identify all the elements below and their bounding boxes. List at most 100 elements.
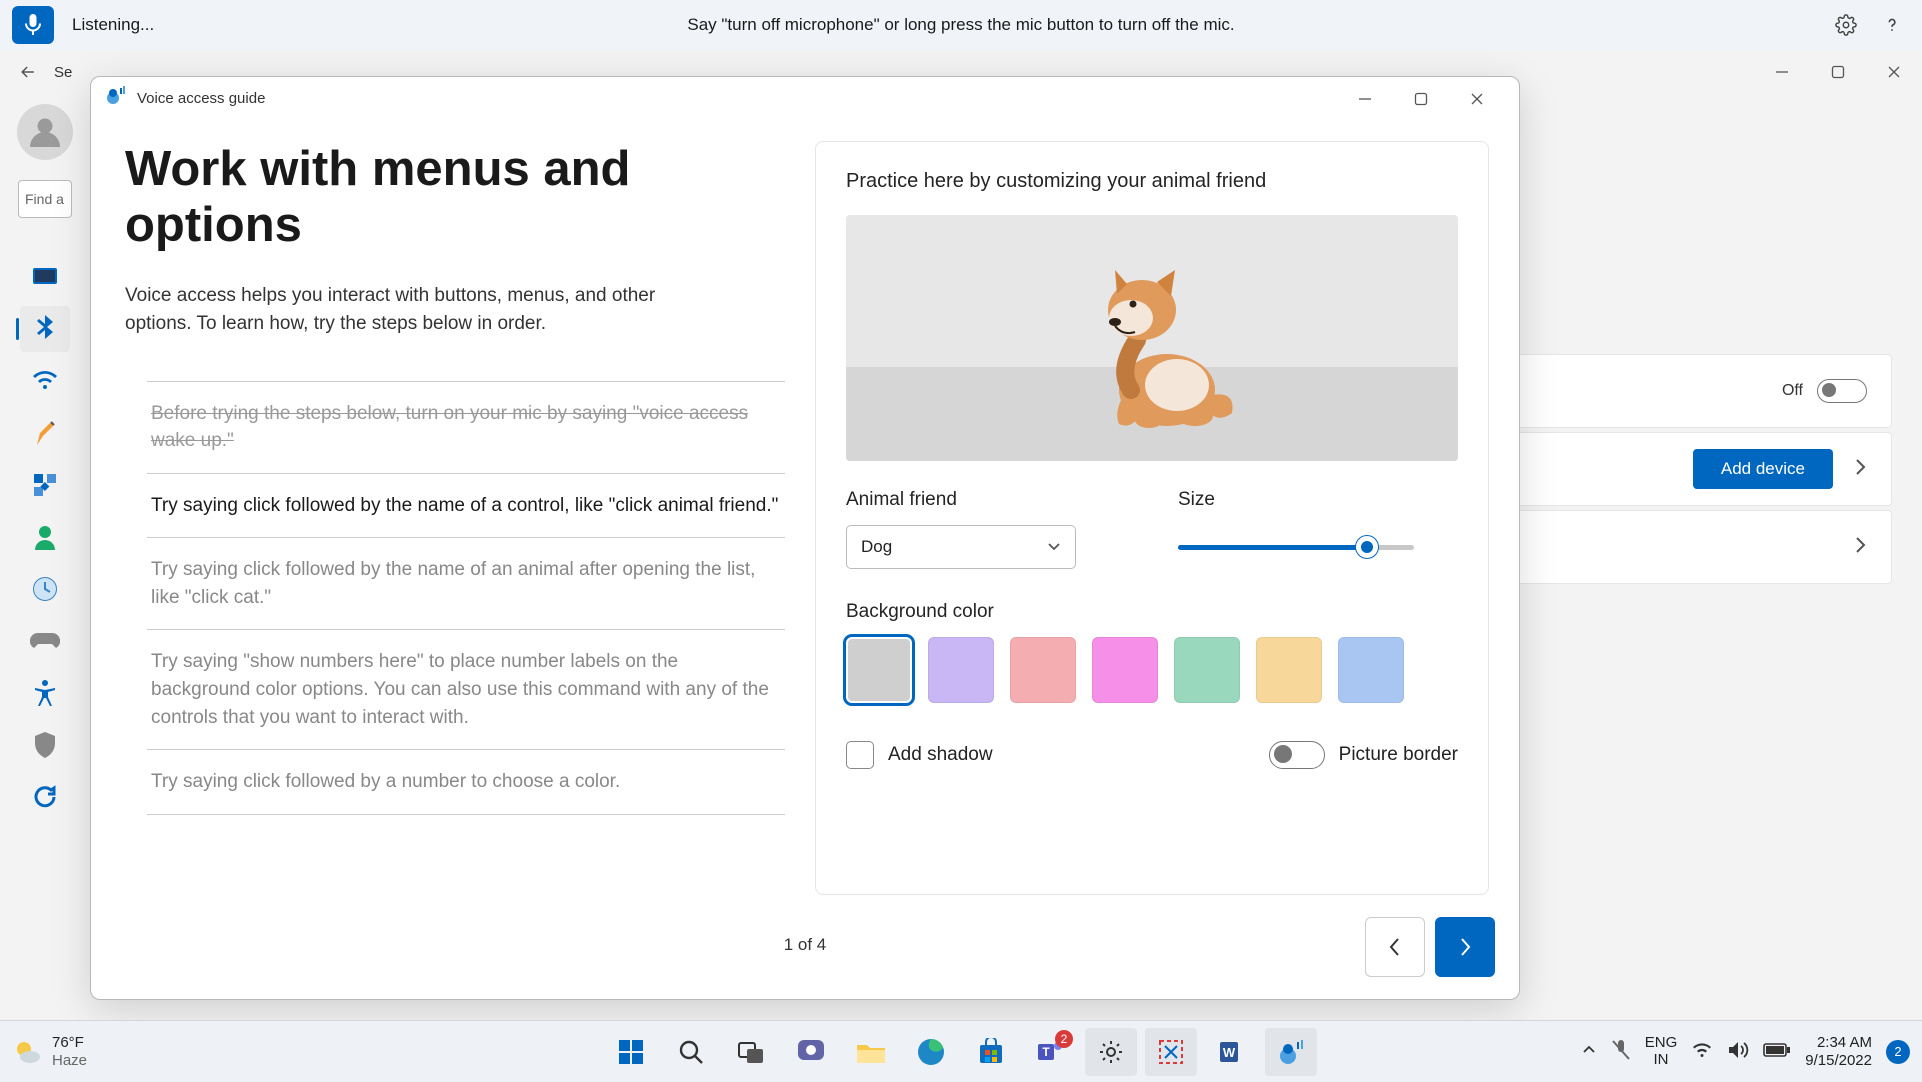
volume-icon[interactable] bbox=[1727, 1040, 1749, 1064]
guide-footer: 1 of 4 bbox=[91, 895, 1519, 999]
word-button[interactable]: W bbox=[1205, 1028, 1257, 1076]
color-swatch[interactable] bbox=[1174, 637, 1240, 703]
weather-widget[interactable]: 76°F Haze bbox=[12, 1034, 87, 1069]
weather-temp: 76°F bbox=[52, 1034, 87, 1051]
find-setting-input[interactable]: Find a bbox=[18, 180, 72, 218]
guide-step: Try saying click followed by a number to… bbox=[147, 750, 785, 815]
mic-muted-icon[interactable] bbox=[1611, 1039, 1631, 1065]
guide-step: Try saying click followed by the name of… bbox=[147, 538, 785, 630]
guide-step: Before trying the steps below, turn on y… bbox=[147, 382, 785, 474]
svg-text:T: T bbox=[1042, 1045, 1050, 1059]
animal-friend-select[interactable]: Dog bbox=[846, 525, 1076, 569]
picture-border-label: Picture border bbox=[1339, 744, 1458, 766]
teams-button[interactable]: T2 bbox=[1025, 1028, 1077, 1076]
settings-icon[interactable] bbox=[1830, 9, 1862, 41]
guide-maximize-button[interactable] bbox=[1393, 80, 1449, 118]
wifi-icon[interactable] bbox=[1691, 1041, 1713, 1063]
sidebar-item-network[interactable] bbox=[20, 358, 70, 404]
sidebar-item-privacy[interactable] bbox=[20, 722, 70, 768]
minimize-button[interactable] bbox=[1754, 50, 1810, 94]
voice-access-app-button[interactable] bbox=[1265, 1028, 1317, 1076]
voice-access-guide-window: Voice access guide Work with menus and o… bbox=[90, 76, 1520, 1000]
slider-thumb[interactable] bbox=[1356, 536, 1378, 558]
guide-left-pane: Work with menus and options Voice access… bbox=[125, 141, 785, 895]
prev-button[interactable] bbox=[1365, 917, 1425, 977]
guide-practice-pane: Practice here by customizing your animal… bbox=[815, 141, 1489, 895]
size-label: Size bbox=[1178, 489, 1458, 511]
page-indicator: 1 of 4 bbox=[784, 935, 827, 955]
animal-friend-label: Animal friend bbox=[846, 489, 1126, 511]
next-button[interactable] bbox=[1435, 917, 1495, 977]
back-button[interactable] bbox=[12, 56, 44, 88]
practice-heading: Practice here by customizing your animal… bbox=[846, 170, 1458, 193]
slider-fill bbox=[1178, 545, 1367, 550]
sidebar-item-time[interactable] bbox=[20, 566, 70, 612]
settings-title: Se bbox=[54, 64, 72, 81]
sidebar-item-accessibility[interactable] bbox=[20, 670, 70, 716]
toggle-state-label: Off bbox=[1782, 382, 1803, 400]
color-swatch[interactable] bbox=[1338, 637, 1404, 703]
guide-app-icon bbox=[105, 85, 127, 112]
snipping-tool-button[interactable] bbox=[1145, 1028, 1197, 1076]
guide-heading: Work with menus and options bbox=[125, 141, 785, 254]
color-swatch[interactable] bbox=[846, 637, 912, 703]
user-avatar[interactable] bbox=[17, 104, 73, 160]
guide-step: Try saying "show numbers here" to place … bbox=[147, 630, 785, 750]
task-view-button[interactable] bbox=[725, 1028, 777, 1076]
chevron-right-icon bbox=[1853, 457, 1867, 482]
chevron-right-icon bbox=[1853, 535, 1867, 560]
clock[interactable]: 2:34 AM 9/15/2022 bbox=[1805, 1034, 1872, 1069]
toggle-switch[interactable] bbox=[1817, 379, 1867, 403]
guide-intro: Voice access helps you interact with but… bbox=[125, 282, 665, 339]
language-indicator[interactable]: ENG IN bbox=[1645, 1035, 1678, 1068]
add-shadow-option[interactable]: Add shadow bbox=[846, 741, 993, 769]
color-swatch[interactable] bbox=[1092, 637, 1158, 703]
voice-hint: Say "turn off microphone" or long press … bbox=[687, 15, 1234, 35]
sidebar-item-update[interactable] bbox=[20, 774, 70, 820]
settings-app-button[interactable] bbox=[1085, 1028, 1137, 1076]
store-button[interactable] bbox=[965, 1028, 1017, 1076]
sidebar-item-bluetooth[interactable] bbox=[20, 306, 70, 352]
settings-sidebar: Find a bbox=[0, 94, 90, 1032]
edge-button[interactable] bbox=[905, 1028, 957, 1076]
start-button[interactable] bbox=[605, 1028, 657, 1076]
size-slider[interactable] bbox=[1178, 545, 1414, 550]
sidebar-item-apps[interactable] bbox=[20, 462, 70, 508]
sidebar-item-personalization[interactable] bbox=[20, 410, 70, 456]
voice-access-bar: Listening... Say "turn off microphone" o… bbox=[0, 0, 1922, 50]
color-swatch[interactable] bbox=[1010, 637, 1076, 703]
picture-border-toggle[interactable] bbox=[1269, 741, 1325, 769]
chat-button[interactable] bbox=[785, 1028, 837, 1076]
search-button[interactable] bbox=[665, 1028, 717, 1076]
weather-desc: Haze bbox=[52, 1052, 87, 1069]
add-shadow-checkbox[interactable] bbox=[846, 741, 874, 769]
mic-button[interactable] bbox=[12, 6, 54, 44]
animal-friend-value: Dog bbox=[861, 537, 892, 557]
close-button[interactable] bbox=[1866, 50, 1922, 94]
teams-badge: 2 bbox=[1055, 1030, 1073, 1048]
dog-illustration bbox=[1067, 240, 1237, 435]
notification-badge[interactable]: 2 bbox=[1886, 1040, 1910, 1064]
color-swatch[interactable] bbox=[928, 637, 994, 703]
battery-icon[interactable] bbox=[1763, 1042, 1791, 1062]
sidebar-item-gaming[interactable] bbox=[20, 618, 70, 664]
bg-color-label: Background color bbox=[846, 601, 1458, 623]
voice-status: Listening... bbox=[72, 15, 154, 35]
guide-minimize-button[interactable] bbox=[1337, 80, 1393, 118]
animal-preview bbox=[846, 215, 1458, 461]
guide-close-button[interactable] bbox=[1449, 80, 1505, 118]
color-swatch[interactable] bbox=[1256, 637, 1322, 703]
sidebar-item-accounts[interactable] bbox=[20, 514, 70, 560]
maximize-button[interactable] bbox=[1810, 50, 1866, 94]
file-explorer-button[interactable] bbox=[845, 1028, 897, 1076]
taskbar: 76°F Haze T2 W ENG IN 2:34 AM 9/15/2022 bbox=[0, 1020, 1922, 1082]
help-icon[interactable] bbox=[1876, 9, 1908, 41]
bg-color-swatches bbox=[846, 637, 1458, 703]
picture-border-option[interactable]: Picture border bbox=[1269, 741, 1458, 769]
guide-steps-list: Before trying the steps below, turn on y… bbox=[147, 381, 785, 815]
tray-chevron-icon[interactable] bbox=[1581, 1043, 1597, 1060]
mic-icon bbox=[24, 14, 42, 36]
add-device-button[interactable]: Add device bbox=[1693, 449, 1833, 489]
sidebar-item-system[interactable] bbox=[20, 254, 70, 300]
svg-text:W: W bbox=[1223, 1045, 1236, 1060]
